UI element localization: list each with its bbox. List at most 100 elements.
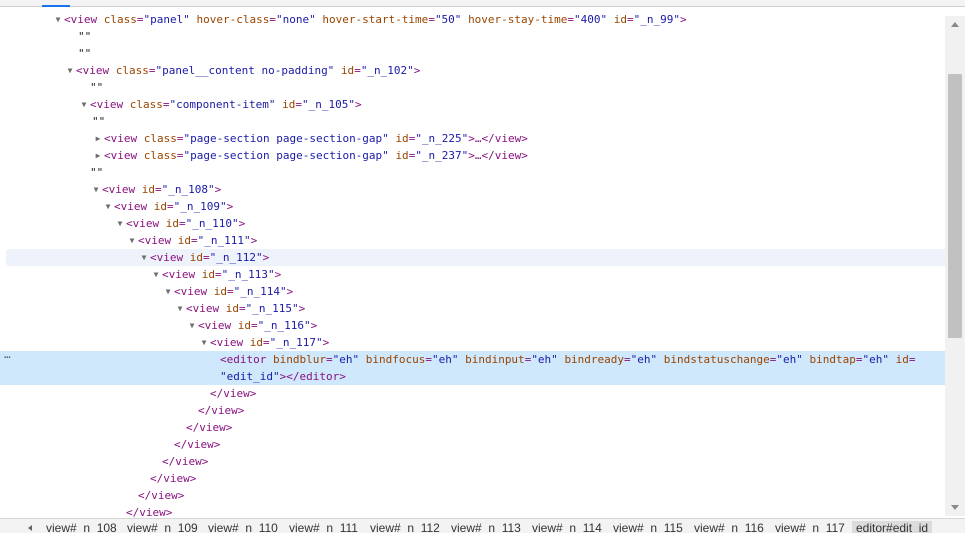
tree-row[interactable]: ▼ <view id="_n_110"> — [114, 215, 246, 232]
attribute-value: "eh" — [630, 353, 658, 366]
tag-name: <view — [90, 98, 124, 111]
tree-row[interactable]: ▼ <view id="_n_117"> — [198, 334, 330, 351]
dom-tree[interactable]: ▼ <view class="panel" hover-class="none" … — [0, 10, 945, 518]
active-tab-indicator — [42, 5, 70, 7]
attribute-name: id — [249, 336, 263, 349]
triangle-down-icon[interactable]: ▼ — [186, 317, 198, 334]
attribute-value: "50" — [434, 13, 462, 26]
triangle-down-icon[interactable]: ▼ — [162, 283, 174, 300]
tree-row[interactable]: </view> — [138, 487, 184, 504]
equals-sign: = — [203, 251, 210, 264]
triangle-down-icon[interactable]: ▼ — [198, 334, 210, 351]
tree-row[interactable]: </view> — [186, 419, 232, 436]
tree-row[interactable]: ▼ <view id="_n_112"> — [6, 249, 945, 266]
equals-sign: = — [908, 353, 916, 366]
breadcrumb-item[interactable]: view#_n_110 — [208, 521, 278, 533]
tree-row[interactable]: </view> — [210, 385, 256, 402]
attribute-value: "eh" — [862, 353, 890, 366]
triangle-down-icon[interactable]: ▼ — [90, 181, 102, 198]
tree-row[interactable]: "" — [90, 164, 103, 181]
triangle-down-icon[interactable]: ▼ — [150, 266, 162, 283]
vertical-scrollbar[interactable] — [945, 16, 965, 516]
tag-close: > — [250, 234, 258, 247]
breadcrumb-item[interactable]: view#_n_117 — [775, 521, 845, 533]
attribute-name: id — [895, 353, 909, 366]
attribute-value: "400" — [574, 13, 608, 26]
tag-close: >…</view> — [468, 149, 528, 162]
tag-name: <view — [198, 319, 232, 332]
tree-row[interactable]: </view> — [198, 402, 244, 419]
equals-sign: = — [148, 64, 156, 77]
tag-name: <view — [150, 251, 184, 264]
equals-sign: = — [176, 149, 184, 162]
equals-sign: = — [162, 98, 170, 111]
attribute-name: class — [115, 64, 149, 77]
equals-sign: = — [325, 353, 333, 366]
triangle-right-icon[interactable]: ▶ — [92, 147, 104, 164]
tree-row[interactable]: </view> — [126, 504, 172, 518]
tree-row[interactable]: "" — [90, 79, 103, 96]
triangle-down-icon[interactable]: ▼ — [138, 249, 150, 266]
triangle-right-icon[interactable]: ▶ — [92, 130, 104, 147]
tree-row[interactable]: </view> — [174, 436, 220, 453]
breadcrumb-item[interactable]: view#_n_111 — [289, 521, 358, 533]
attribute-value: "_n_110" — [185, 217, 239, 230]
breadcrumb-item[interactable]: view#_n_109 — [127, 521, 198, 533]
chevron-left-icon[interactable] — [28, 525, 32, 531]
attribute-name: bindtap — [809, 353, 856, 366]
equals-sign: = — [176, 132, 184, 145]
breadcrumb-item[interactable]: view#_n_113 — [451, 521, 521, 533]
tree-row[interactable]: ▶ <view class="page-section page-section-… — [92, 130, 528, 147]
breadcrumb-item[interactable]: view#_n_114 — [532, 521, 602, 533]
tree-row[interactable]: ▼ <view id="_n_109"> — [102, 198, 234, 215]
triangle-down-icon[interactable]: ▼ — [78, 96, 90, 113]
tag-name: <view — [104, 132, 138, 145]
scroll-up-icon[interactable] — [951, 22, 959, 27]
breadcrumb-item[interactable]: view#_n_108 — [46, 521, 117, 533]
scrollbar-thumb[interactable] — [948, 74, 962, 338]
tree-row[interactable]: ▼ <view id="_n_111"> — [126, 232, 258, 249]
tree-row[interactable]: <editor bindblur="eh" bindfocus="eh" bin… — [0, 351, 945, 368]
tree-row[interactable]: ▼ <view id="_n_115"> — [174, 300, 306, 317]
attribute-value: "page-section page-section-gap" — [183, 132, 389, 145]
tree-row[interactable]: "" — [92, 113, 105, 130]
triangle-down-icon[interactable]: ▼ — [64, 62, 76, 79]
tree-row[interactable]: ▼ <view id="_n_116"> — [186, 317, 318, 334]
triangle-down-icon[interactable]: ▼ — [126, 232, 138, 249]
tree-row[interactable]: </view> — [150, 470, 196, 487]
tag-close: > — [413, 64, 421, 77]
tree-row[interactable]: ▼ <view id="_n_113"> — [150, 266, 282, 283]
tree-row[interactable]: ▼ <view class="panel" hover-class="none" … — [52, 11, 687, 28]
tree-row[interactable]: ▼ <view class="component-item" id="_n_105… — [78, 96, 362, 113]
text-node: "" — [78, 47, 92, 60]
tree-row[interactable]: "" — [78, 28, 91, 45]
breadcrumb-item[interactable]: view#_n_112 — [370, 521, 440, 533]
tag-name: <view — [186, 302, 220, 315]
closing-tag: </view> — [126, 506, 173, 518]
triangle-down-icon[interactable]: ▼ — [52, 11, 64, 28]
tree-row[interactable]: "" — [78, 45, 91, 62]
equals-sign: = — [251, 319, 258, 332]
attribute-name: hover-class — [196, 13, 270, 26]
breadcrumb-item[interactable]: editor#edit_id — [852, 521, 933, 533]
tree-row[interactable]: ▼ <view class="panel__content no-padding"… — [64, 62, 421, 79]
tree-row[interactable]: ▼ <view id="_n_114"> — [162, 283, 294, 300]
tree-row[interactable]: ▶ <view class="page-section page-section-… — [92, 147, 528, 164]
tag-close: > — [680, 13, 687, 26]
tree-row[interactable]: </view> — [162, 453, 208, 470]
attribute-name: id — [153, 200, 167, 213]
triangle-down-icon[interactable]: ▼ — [114, 215, 126, 232]
tree-row[interactable]: "edit_id"></editor> — [0, 368, 945, 385]
ellipsis-icon[interactable]: … — [4, 346, 11, 363]
attribute-value: "eh" — [776, 353, 803, 366]
breadcrumb-item[interactable]: view#_n_115 — [613, 521, 683, 533]
breadcrumb: view#_n_108 view#_n_109 view#_n_110 view#_n… — [0, 518, 965, 533]
scroll-down-icon[interactable] — [951, 505, 959, 510]
tag-name: <editor — [220, 353, 267, 366]
triangle-down-icon[interactable]: ▼ — [174, 300, 186, 317]
triangle-down-icon[interactable]: ▼ — [102, 198, 114, 215]
tree-row[interactable]: ▼ <view id="_n_108"> — [90, 181, 222, 198]
breadcrumb-item[interactable]: view#_n_116 — [694, 521, 764, 533]
attribute-name: id — [225, 302, 239, 315]
attribute-value: "_n_237" — [415, 149, 469, 162]
